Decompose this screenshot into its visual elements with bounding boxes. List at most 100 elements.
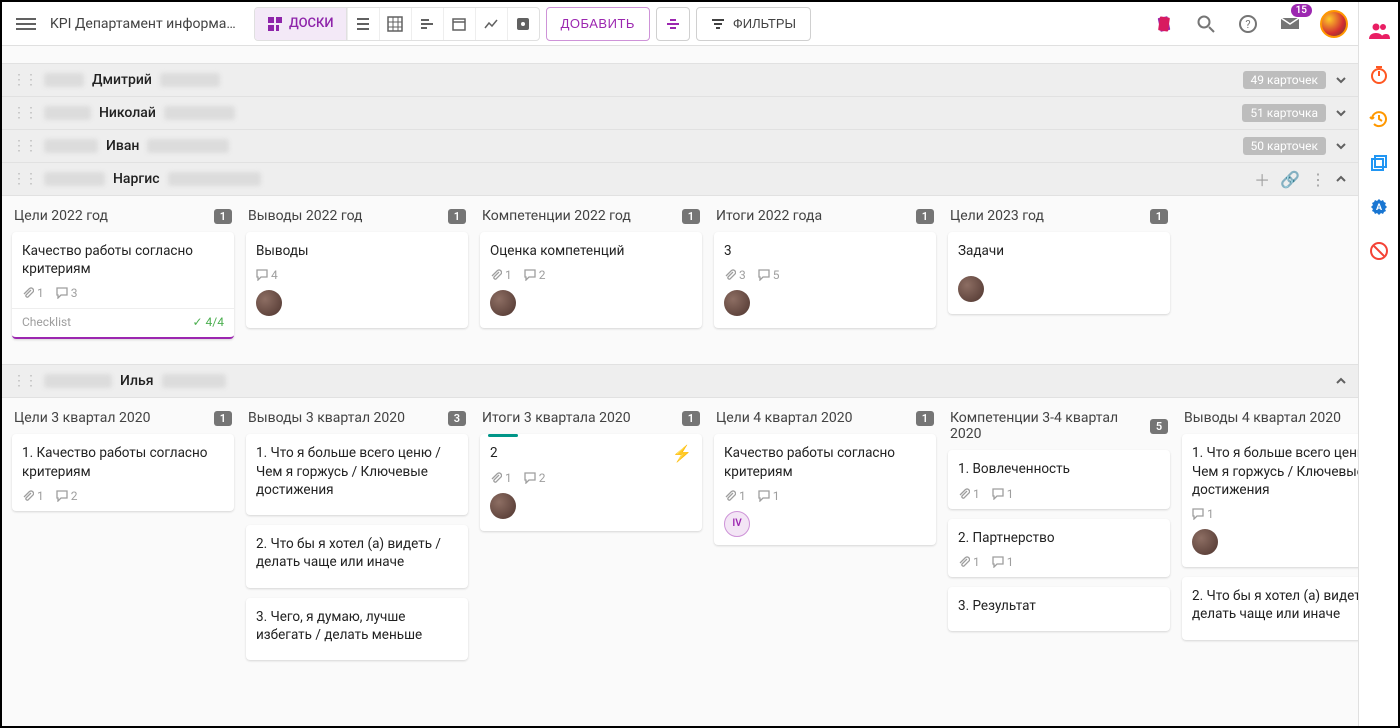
card[interactable]: 3. Чего, я думаю, лучше избегать / делат… — [246, 598, 468, 660]
comments-count: 2 — [524, 268, 546, 282]
swimlane-header[interactable]: ⋮⋮ Дмитрий 49 карточек — [2, 63, 1358, 97]
history-icon[interactable] — [1368, 108, 1390, 130]
column-header[interactable]: Выводы 4 квартал 2020 3 — [1182, 406, 1358, 434]
assignee-avatar[interactable] — [958, 276, 984, 302]
drag-handle[interactable]: ⋮⋮ — [12, 105, 36, 121]
auto-icon[interactable]: A — [1368, 196, 1390, 218]
card[interactable]: Оценка компетенций 12 — [480, 232, 702, 328]
swimlane-actions: ＋ 🔗 ⋮ — [1254, 167, 1326, 191]
column-header[interactable]: Выводы 2022 год 1 — [246, 204, 468, 232]
column-header[interactable]: Цели 2023 год 1 — [948, 204, 1170, 232]
swimlane-name: Наргис — [113, 171, 160, 187]
add-button[interactable]: ДОБАВИТЬ — [546, 7, 650, 41]
card[interactable]: 3 35 — [714, 232, 936, 328]
card-meta: 1 — [1192, 507, 1358, 521]
cards-icon[interactable] — [1150, 10, 1178, 38]
link-icon[interactable]: 🔗 — [1280, 170, 1300, 189]
column-header[interactable]: Выводы 3 квартал 2020 3 — [246, 406, 468, 434]
view-table[interactable] — [379, 8, 411, 40]
card[interactable]: Выводы 4 — [246, 232, 468, 328]
members-icon[interactable] — [1368, 20, 1390, 42]
assignee-avatar[interactable] — [490, 493, 516, 519]
view-timeline[interactable] — [411, 8, 443, 40]
collapse-toggle[interactable] — [1334, 172, 1348, 186]
column-header[interactable]: Итоги 3 квартала 2020 1 — [480, 406, 702, 434]
view-chart[interactable] — [475, 8, 507, 40]
collapse-toggle[interactable] — [1334, 374, 1348, 388]
timer-icon[interactable] — [1368, 64, 1390, 86]
drag-handle[interactable]: ⋮⋮ — [12, 373, 36, 389]
column-title: Цели 2022 год — [14, 208, 108, 224]
collapse-toggle[interactable] — [1334, 139, 1348, 153]
column: Выводы 2022 год 1 Выводы 4 — [246, 204, 468, 349]
assignee-avatar[interactable]: IV — [724, 511, 750, 537]
profile-avatar[interactable] — [1320, 10, 1348, 38]
checklist[interactable]: Checklist✓ 4/4 — [12, 308, 234, 339]
filters-button[interactable]: ФИЛЬТРЫ — [696, 7, 811, 41]
boards-icon — [267, 16, 283, 32]
view-calendar[interactable] — [443, 8, 475, 40]
comments-count: 5 — [758, 268, 780, 282]
add-options[interactable] — [656, 7, 690, 41]
view-list[interactable] — [347, 8, 379, 40]
comments-count: 3 — [56, 286, 78, 300]
blurred-text — [168, 172, 261, 186]
card[interactable]: ⚡ 2 12 — [480, 434, 702, 530]
swimlane-header[interactable]: ⋮⋮ Илья — [2, 364, 1358, 398]
collapse-toggle[interactable] — [1334, 106, 1348, 120]
card[interactable]: Качество работы согласно критериям 13Che… — [12, 232, 234, 339]
column-header[interactable]: Цели 3 квартал 2020 1 — [12, 406, 234, 434]
card[interactable]: 1. Вовлеченность 11 — [948, 450, 1170, 508]
blurred-text — [162, 374, 226, 388]
column-header[interactable]: Компетенции 2022 год 1 — [480, 204, 702, 232]
blurred-text — [160, 73, 220, 87]
assignee-avatar[interactable] — [490, 290, 516, 316]
menu-icon[interactable] — [12, 10, 40, 38]
more-icon[interactable]: ⋮ — [1310, 170, 1326, 189]
card[interactable]: 3. Результат — [948, 587, 1170, 631]
drag-handle[interactable]: ⋮⋮ — [12, 171, 36, 187]
search-icon[interactable] — [1192, 10, 1220, 38]
swimlane-header[interactable]: ⋮⋮ Наргис ＋ 🔗 ⋮ — [2, 162, 1358, 196]
column-title: Итоги 3 квартала 2020 — [482, 410, 631, 426]
drag-handle[interactable]: ⋮⋮ — [12, 138, 36, 154]
column: Итоги 2022 года 1 3 35 — [714, 204, 936, 349]
view-boards[interactable]: ДОСКИ — [255, 8, 347, 40]
view-widget[interactable] — [507, 8, 539, 40]
column: Итоги 3 квартала 2020 1 ⚡ 2 12 — [480, 406, 702, 670]
bolt-icon: ⚡ — [672, 444, 692, 463]
drag-handle[interactable]: ⋮⋮ — [12, 72, 36, 88]
assignee-avatar[interactable] — [1192, 529, 1218, 555]
notifications-icon[interactable]: 15 — [1276, 10, 1304, 38]
blurred-text — [44, 172, 105, 186]
card-meta: 11 — [958, 555, 1160, 569]
card[interactable]: Задачи — [948, 232, 1170, 314]
collapse-toggle[interactable] — [1334, 73, 1348, 87]
board-title[interactable]: KPI Департамент информаци… — [50, 16, 240, 32]
card[interactable]: 2. Что бы я хотел (а) видеть / делать ча… — [246, 525, 468, 587]
column-header[interactable]: Цели 4 квартал 2020 1 — [714, 406, 936, 434]
column-header[interactable]: Компетенции 3-4 квартал 2020 5 — [948, 406, 1170, 450]
card-title: 2. Что бы я хотел (а) видеть / делать ча… — [256, 535, 458, 571]
card[interactable]: 1. Что я больше всего ценю / Чем я горжу… — [1182, 434, 1358, 567]
add-card-icon[interactable]: ＋ — [1254, 167, 1270, 191]
copy-icon[interactable] — [1368, 152, 1390, 174]
card[interactable]: 2. Что бы я хотел (а) видеть / делать ча… — [1182, 577, 1358, 639]
block-icon[interactable] — [1368, 240, 1390, 262]
column-count: 1 — [448, 209, 466, 224]
swimlane-header[interactable]: ⋮⋮ Николай 51 карточка — [2, 96, 1358, 130]
column: Цели 3 квартал 2020 1 1. Качество работы… — [12, 406, 234, 670]
blurred-text — [147, 139, 229, 153]
swimlane-header[interactable]: ⋮⋮ Иван 50 карточек — [2, 129, 1358, 163]
help-icon[interactable]: ? — [1234, 10, 1262, 38]
card[interactable]: 2. Партнерство 11 — [948, 519, 1170, 577]
card[interactable]: Качество работы согласно критериям 11IV — [714, 434, 936, 544]
column-header[interactable]: Цели 2022 год 1 — [12, 204, 234, 232]
column-header[interactable]: Итоги 2022 года 1 — [714, 204, 936, 232]
swimlane-count: 51 карточка — [1242, 104, 1326, 122]
assignee-avatar[interactable] — [256, 290, 282, 316]
card-meta: 11 — [958, 487, 1160, 501]
assignee-avatar[interactable] — [724, 290, 750, 316]
card[interactable]: 1. Качество работы согласно критериям 12 — [12, 434, 234, 510]
card[interactable]: 1. Что я больше всего ценю / Чем я горжу… — [246, 434, 468, 515]
